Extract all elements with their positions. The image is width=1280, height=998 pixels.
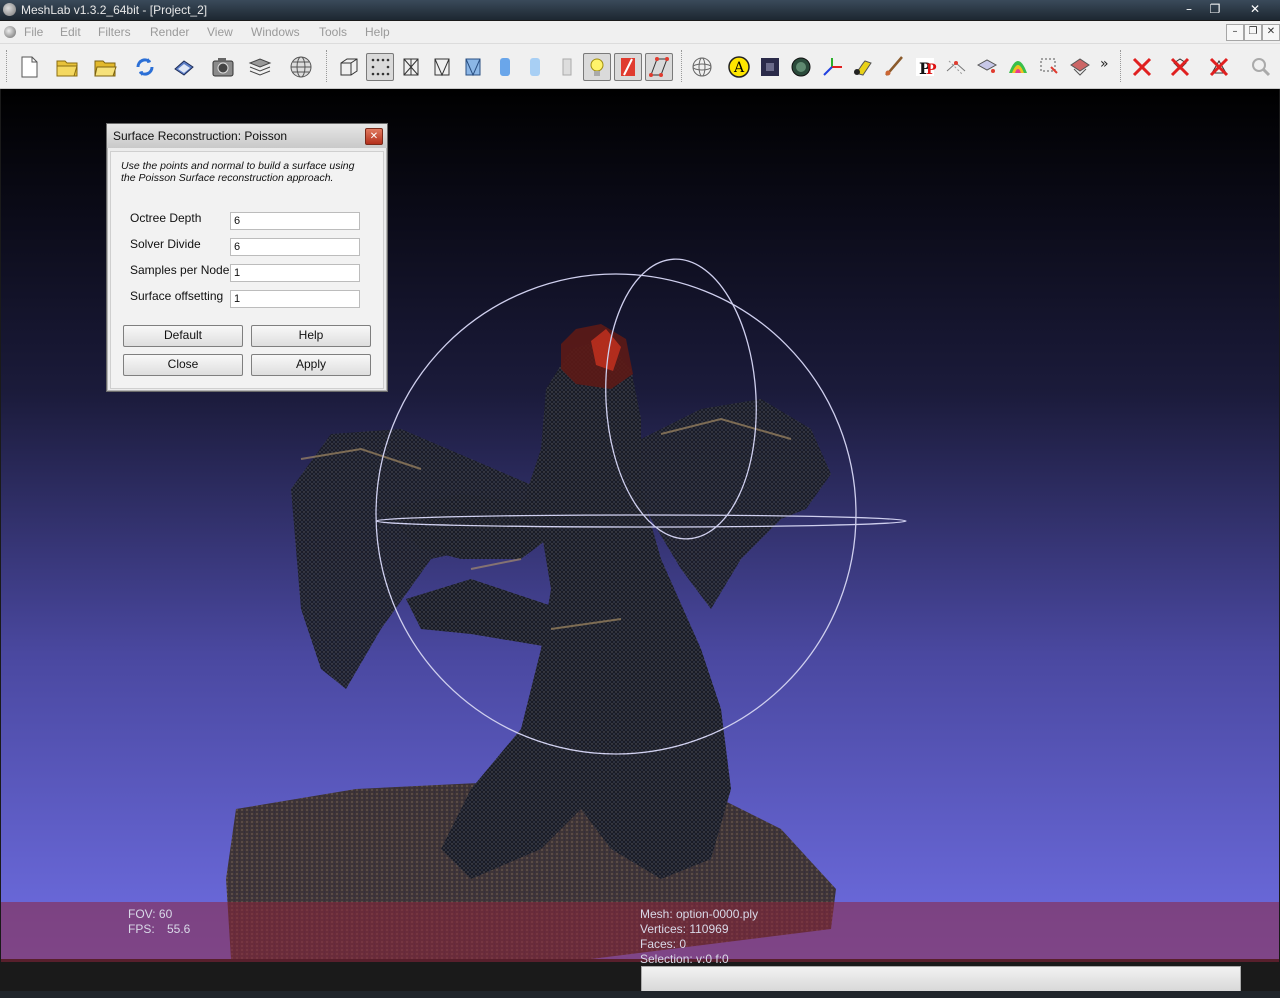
mdi-minimize-button[interactable]: – (1226, 24, 1244, 41)
layers-icon[interactable] (246, 53, 274, 81)
octree-depth-input[interactable] (230, 212, 360, 230)
toolbar-overflow-chevron[interactable]: » (1100, 56, 1109, 72)
restore-window-button[interactable]: ❐ (1202, 0, 1228, 18)
open-folder-icon[interactable] (53, 53, 81, 81)
menu-file[interactable]: File (24, 25, 43, 39)
pickpoints-icon[interactable]: PP (911, 53, 939, 81)
svg-text:P: P (926, 62, 937, 78)
samples-per-node-input[interactable] (230, 264, 360, 282)
dialog-close-icon[interactable]: ✕ (365, 128, 383, 145)
dialog-title: Surface Reconstruction: Poisson (113, 129, 288, 143)
menu-windows[interactable]: Windows (251, 25, 300, 39)
select-vertex-icon[interactable] (973, 53, 1001, 81)
meshlab-app-icon (3, 3, 16, 16)
info-overlay: FOV: 60 FPS: 55.6 Mesh: option-0000.ply … (1, 902, 1279, 966)
globe-grid-icon[interactable] (287, 53, 315, 81)
axes-icon[interactable] (818, 53, 846, 81)
default-button[interactable]: Default (123, 325, 243, 347)
progress-bar (641, 966, 1241, 992)
select-connected-icon[interactable] (1066, 53, 1094, 81)
fps-value: 55.6 (167, 922, 191, 936)
solver-divide-label: Solver Divide (130, 237, 201, 251)
poisson-reconstruction-dialog: Surface Reconstruction: Poisson ✕ Use th… (106, 123, 388, 392)
menu-edit[interactable]: Edit (60, 25, 81, 39)
minimize-window-button[interactable]: – (1176, 0, 1202, 18)
paint-icon[interactable] (787, 53, 815, 81)
select-area-icon[interactable] (1035, 53, 1063, 81)
toolbar-grip (6, 50, 9, 82)
close-window-button[interactable]: ✕ (1240, 0, 1270, 18)
trackball-icon[interactable] (688, 53, 716, 81)
snapshot-icon[interactable] (209, 53, 237, 81)
surface-offsetting-label: Surface offsetting (130, 289, 224, 303)
measure-icon[interactable] (756, 53, 784, 81)
select-face-icon[interactable] (1004, 53, 1032, 81)
toolbar-separator-2 (681, 50, 684, 82)
reload-icon[interactable] (131, 53, 159, 81)
menu-filters[interactable]: Filters (98, 25, 131, 39)
apply-button[interactable]: Apply (251, 354, 371, 376)
texture-icon[interactable] (521, 53, 549, 81)
vertex-normals-icon[interactable] (645, 53, 673, 81)
delete-vertices-icon[interactable] (1205, 53, 1233, 81)
vertices-count: Vertices: 110969 (640, 922, 729, 936)
annotation-icon[interactable]: A (725, 53, 753, 81)
menu-tools[interactable]: Tools (319, 25, 347, 39)
wireframe-icon[interactable] (397, 53, 425, 81)
main-toolbar: A PP » (0, 44, 1280, 89)
light-icon[interactable] (583, 53, 611, 81)
delete-icon[interactable] (1128, 53, 1156, 81)
manipulator-icon[interactable] (849, 53, 877, 81)
selection-count: Selection: v:0 f:0 (640, 952, 729, 966)
double-side-icon[interactable] (553, 53, 581, 81)
align-icon[interactable] (942, 53, 970, 81)
fov-readout: FOV: 60 (128, 907, 173, 921)
search-icon[interactable] (1247, 53, 1275, 81)
menu-view[interactable]: View (207, 25, 233, 39)
mesh-name: Mesh: option-0000.ply (640, 907, 759, 921)
mdi-close-button[interactable]: ✕ (1262, 24, 1280, 41)
octree-depth-label: Octree Depth (130, 211, 202, 225)
points-icon[interactable] (366, 53, 394, 81)
help-button[interactable]: Help (251, 325, 371, 347)
dialog-title-bar[interactable]: Surface Reconstruction: Poisson ✕ (107, 124, 387, 148)
open-project-icon[interactable] (91, 53, 119, 81)
os-taskbar (0, 991, 1280, 998)
faces-count: Faces: 0 (640, 937, 687, 951)
menu-render[interactable]: Render (150, 25, 189, 39)
window-title: MeshLab v1.3.2_64bit - [Project_2] (21, 3, 208, 17)
hidden-lines-icon[interactable] (428, 53, 456, 81)
title-bar: MeshLab v1.3.2_64bit - [Project_2] – ❐ ✕ (0, 0, 1280, 20)
mdi-restore-button[interactable]: ❐ (1244, 24, 1262, 41)
filter-description: Use the points and normal to build a sur… (121, 160, 355, 184)
smooth-shading-icon[interactable] (491, 53, 519, 81)
fps-label: FPS: (128, 922, 155, 936)
svg-text:A: A (733, 60, 745, 76)
delete-faces-icon[interactable] (1166, 53, 1194, 81)
toolbar-separator (326, 50, 329, 82)
save-icon[interactable] (170, 53, 198, 81)
new-document-icon[interactable] (15, 53, 43, 81)
samples-per-node-label: Samples per Node (130, 263, 230, 277)
close-button[interactable]: Close (123, 354, 243, 376)
menu-help[interactable]: Help (365, 25, 390, 39)
backface-icon[interactable] (614, 53, 642, 81)
flat-shading-icon[interactable] (459, 53, 487, 81)
surface-offsetting-input[interactable] (230, 290, 360, 308)
solver-divide-input[interactable] (230, 238, 360, 256)
toolbar-separator-3 (1120, 50, 1123, 82)
brush-icon[interactable] (880, 53, 908, 81)
bounding-box-icon[interactable] (335, 53, 363, 81)
menu-bar: File Edit Filters Render View Windows To… (0, 21, 1280, 44)
document-icon[interactable] (4, 26, 16, 38)
